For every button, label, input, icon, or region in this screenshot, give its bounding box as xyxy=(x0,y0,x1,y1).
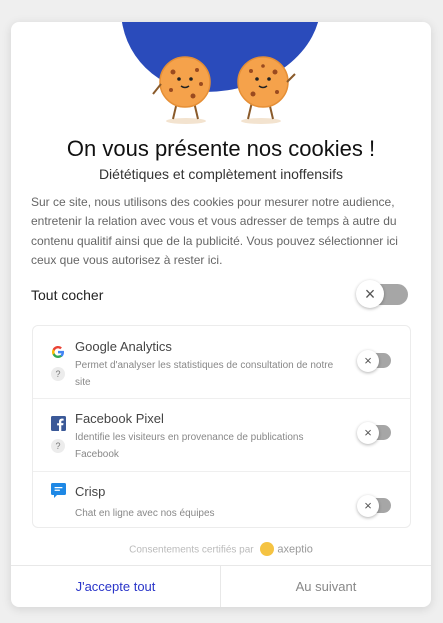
accept-all-button[interactable]: J'accepte tout xyxy=(11,566,221,607)
service-name: Google Analytics xyxy=(75,339,172,354)
close-icon: × xyxy=(357,350,379,372)
service-description: Chat en ligne avec nos équipes xyxy=(75,508,215,519)
toggle-all-label: Tout cocher xyxy=(31,287,104,303)
close-icon: × xyxy=(357,422,379,444)
help-icon[interactable]: ? xyxy=(51,367,65,381)
axeptio-logo-icon xyxy=(260,542,275,556)
help-icon[interactable]: ? xyxy=(51,439,65,453)
next-button[interactable]: Au suivant xyxy=(221,566,431,607)
service-description: Permet d'analyser les statistiques de co… xyxy=(75,360,334,388)
toggle-all-row: Tout cocher × xyxy=(31,280,411,308)
modal-title: On vous présente nos cookies ! xyxy=(66,136,376,161)
close-icon: × xyxy=(357,495,379,517)
facebook-pixel-switch[interactable]: × xyxy=(357,422,393,444)
facebook-icon xyxy=(51,416,66,431)
cookie-consent-modal: On vous présente nos cookies ! Diététiqu… xyxy=(11,22,431,607)
action-bar: J'accepte tout Au suivant xyxy=(11,565,431,607)
crisp-switch[interactable]: × xyxy=(357,495,393,517)
certified-text: Consentements certifiés par xyxy=(129,544,254,556)
intro-text: Sur ce site, nous utilisons des cookies … xyxy=(31,195,398,267)
service-crisp: Crisp Chat en ligne avec nos équipes × xyxy=(33,472,410,527)
service-facebook-pixel: ? Facebook Pixel Identifie les visiteurs… xyxy=(33,399,410,472)
certification-footer: Consentements certifiés par axeptio xyxy=(11,542,431,557)
modal-subtitle: Diététiques et complètement inoffensifs xyxy=(98,166,344,182)
toggle-all-switch[interactable]: × xyxy=(356,280,409,308)
service-name: Crisp xyxy=(75,484,106,499)
cookie-characters-icon xyxy=(152,56,296,124)
service-name: Facebook Pixel xyxy=(75,411,164,426)
cookies-illustration xyxy=(11,22,431,128)
service-google-analytics: ? Google Analytics Permet d'analyser les… xyxy=(33,326,410,399)
google-icon xyxy=(52,346,64,358)
service-description: Identifie les visiteurs en provenance de… xyxy=(75,432,304,460)
google-analytics-switch[interactable]: × xyxy=(357,350,393,372)
close-icon: × xyxy=(356,280,384,308)
services-list: ? Google Analytics Permet d'analyser les… xyxy=(32,325,411,528)
crisp-chat-icon xyxy=(51,483,66,498)
brand-name[interactable]: axeptio xyxy=(277,544,312,556)
